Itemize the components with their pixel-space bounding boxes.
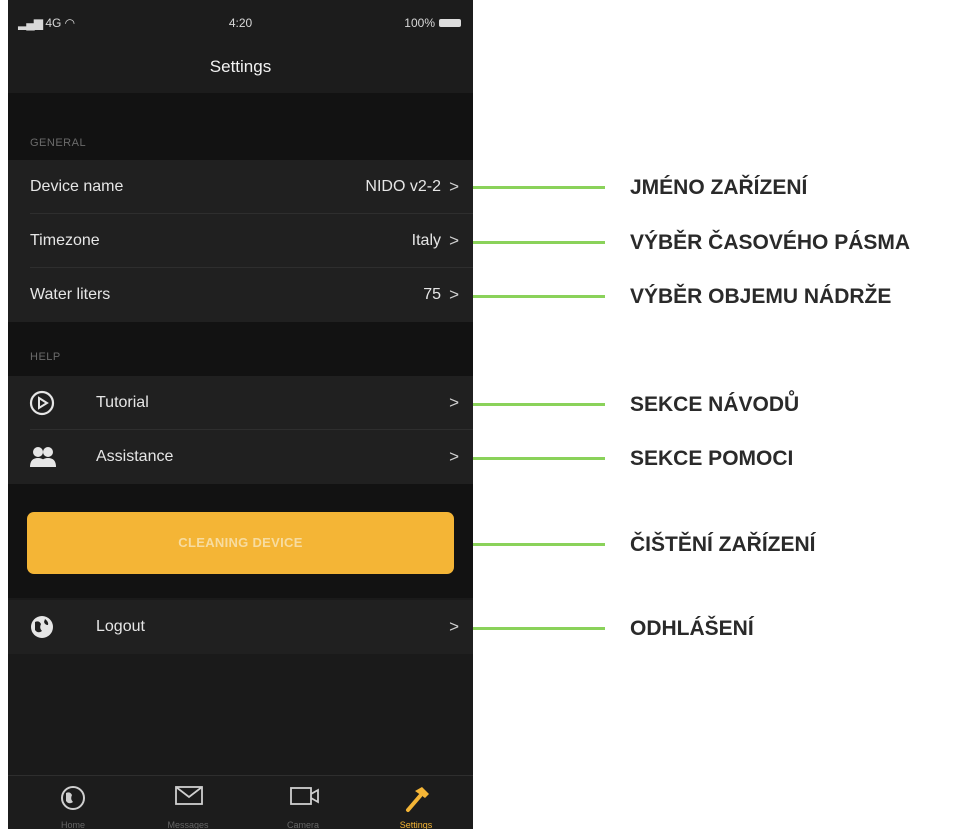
tab-home-label: Home [60,820,85,829]
callout-line [473,543,605,546]
cleaning-device-button[interactable]: CLEANING DEVICE [27,512,454,574]
callout-line [473,457,605,460]
section-header-help: HELP [30,351,61,363]
timezone-row[interactable]: Timezone Italy > [8,214,473,268]
tab-camera[interactable]: Camera [263,776,343,829]
empty-area [8,654,473,775]
tab-camera-label: Camera [286,820,319,829]
tab-settings[interactable]: Settings [376,776,456,829]
tab-messages-label: Messages [167,820,209,829]
water-liters-row[interactable]: Water liters 75 > [8,268,473,322]
phone-screen: ▂▄▆ 4G ◠ 4:20 100% Settings GENERAL Devi… [8,0,473,829]
annotation-cleaning: ČIŠTĚNÍ ZAŘÍZENÍ [630,533,816,556]
callout-line [473,241,605,244]
clock: 4:20 [228,16,253,30]
device-name-value: NIDO v2-2 [365,178,441,195]
tutorial-row[interactable]: Tutorial > [8,376,473,430]
logout-row[interactable]: Logout > [8,600,473,654]
assistance-label: Assistance [96,448,174,465]
device-name-label: Device name [30,178,124,195]
tutorial-label: Tutorial [96,394,149,411]
annotation-assistance: SEKCE POMOCI [630,447,794,470]
annotation-timezone: VÝBĚR ČASOVÉHO PÁSMA [630,231,911,254]
device-name-row[interactable]: Device name NIDO v2-2 > [8,160,473,214]
battery-icon [439,19,461,27]
section-spacer [8,322,473,376]
annotation-logout: ODHLÁŠENÍ [630,617,754,640]
callout-line [473,295,605,298]
chevron-right-icon: > [449,231,459,250]
globe-icon [61,786,85,810]
envelope-icon [175,786,203,805]
tab-home[interactable]: Home [33,776,113,829]
section-spacer [8,93,473,160]
annotation-water-liters: VÝBĚR OBJEMU NÁDRŽE [630,285,892,308]
people-icon [28,443,56,471]
battery-indicator: 100% [404,16,461,30]
chevron-right-icon: > [449,393,459,412]
page-title: Settings [209,57,272,76]
callout-line [473,627,605,630]
chevron-right-icon: > [449,617,459,636]
status-bar: ▂▄▆ 4G ◠ 4:20 100% [8,0,473,42]
section-header-general: GENERAL [30,137,87,149]
chevron-right-icon: > [449,285,459,304]
water-liters-value: 75 [423,286,441,303]
tab-messages[interactable]: Messages [148,776,228,829]
annotation-tutorial: SEKCE NÁVODŮ [630,393,800,416]
tab-settings-label: Settings [399,820,433,829]
annotation-device-name: JMÉNO ZAŘÍZENÍ [630,176,808,199]
globe-icon [28,613,56,641]
logout-label: Logout [96,618,145,635]
chevron-right-icon: > [449,447,459,466]
callout-line [473,186,605,189]
video-camera-icon [290,787,319,805]
timezone-value: Italy [411,232,441,249]
assistance-row[interactable]: Assistance > [8,430,473,484]
tab-bar: Home Messages Camera Settings [8,775,473,829]
hammer-icon [406,787,429,812]
play-circle-icon [28,389,56,417]
chevron-right-icon: > [449,177,459,196]
callout-line [473,403,605,406]
timezone-label: Timezone [30,232,100,249]
water-liters-label: Water liters [30,286,111,303]
